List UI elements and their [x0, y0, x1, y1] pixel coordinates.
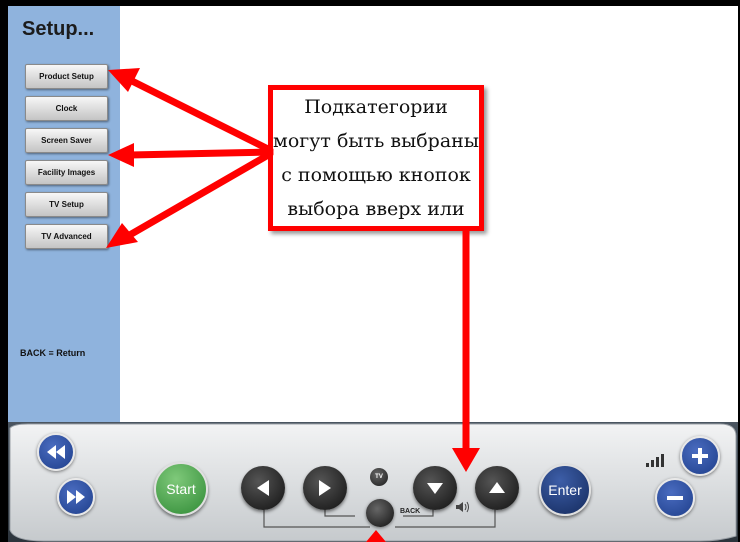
volume-down-button[interactable] [655, 478, 695, 518]
enter-button[interactable]: Enter [539, 464, 591, 516]
start-button[interactable]: Start [154, 462, 208, 516]
speaker-icon [456, 501, 469, 513]
rewind-button[interactable] [37, 433, 75, 471]
signal-icon [646, 454, 664, 467]
minus-icon [667, 496, 683, 500]
down-button[interactable] [413, 466, 457, 510]
plus-icon [692, 448, 708, 464]
back-label: BACK [400, 508, 421, 515]
fast-forward-icon [67, 490, 85, 504]
remote-panel [8, 422, 738, 542]
rewind-icon [47, 445, 65, 459]
volume-up-button[interactable] [680, 436, 720, 476]
left-arrow-icon [257, 480, 269, 496]
left-button[interactable] [241, 466, 285, 510]
back-button[interactable] [366, 499, 394, 527]
right-button[interactable] [303, 466, 347, 510]
callout-text: Подкатегории могут быть выбраны с помощь… [273, 96, 479, 220]
up-button[interactable] [475, 466, 519, 510]
down-arrow-icon [427, 483, 443, 494]
tv-button[interactable]: TV [370, 468, 388, 486]
up-arrow-icon [489, 482, 505, 493]
callout-box: Подкатегории могут быть выбраны с помощь… [268, 85, 484, 231]
right-arrow-icon [319, 480, 331, 496]
fast-forward-button[interactable] [57, 478, 95, 516]
